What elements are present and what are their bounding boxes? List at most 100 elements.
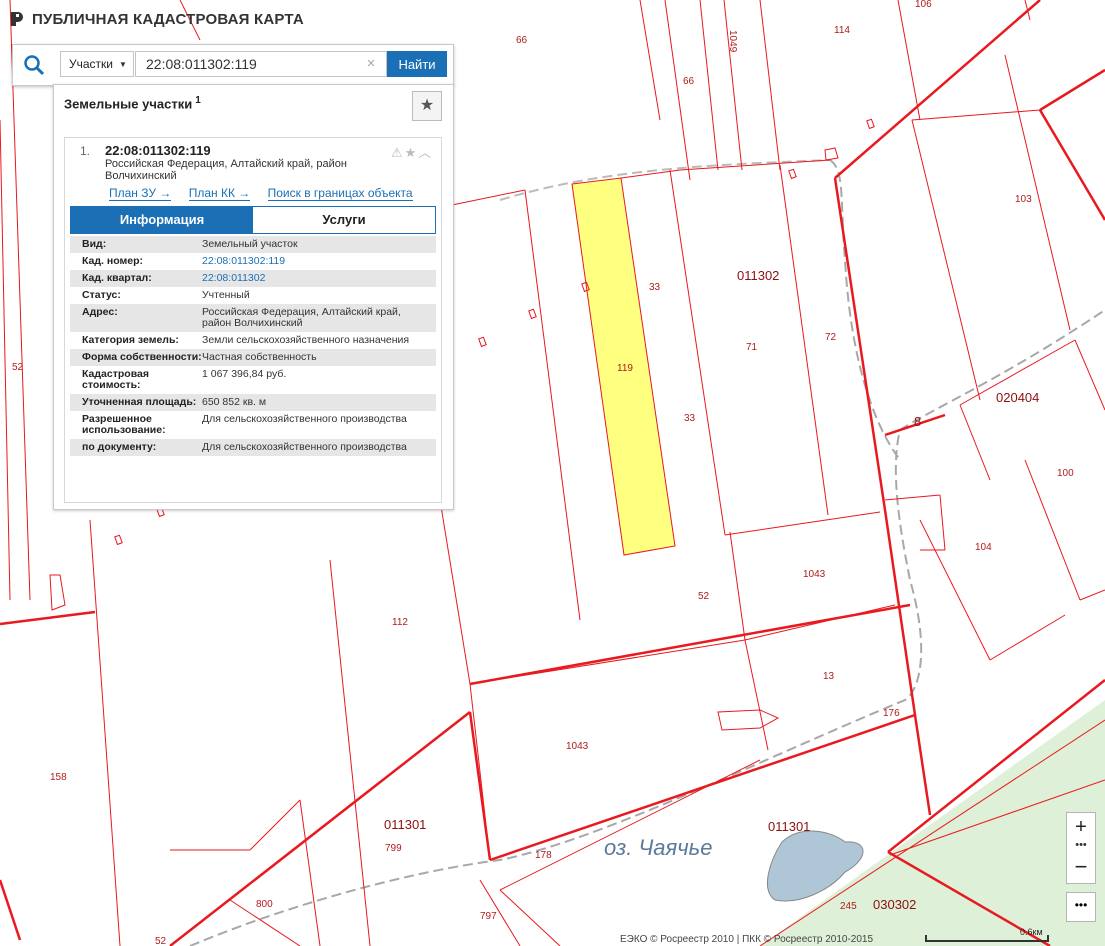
attribute-row: Кадастровая стоимость: 1 067 396,84 руб.	[70, 366, 436, 394]
result-card[interactable]: 1. 22:08:011302:119 Российская Федерация…	[64, 137, 442, 503]
panel-title-text: Земельные участки	[64, 96, 193, 112]
attribute-row: Вид: Земельный участок	[70, 236, 436, 253]
parcel-label: 114	[834, 25, 850, 36]
results-panel: Земельные участки 1 ★ 1. 22:08:011302:119…	[53, 84, 454, 510]
attribute-value: Земли сельскохозяйственного назначения	[202, 334, 410, 346]
plan-zu-link[interactable]: План ЗУ →	[109, 186, 172, 201]
forest-area	[760, 700, 1105, 946]
result-tabs: Информация Услуги	[70, 206, 436, 234]
attribute-table: Вид: Земельный участок Кад. номер: 22:08:01…	[70, 236, 436, 456]
result-index: 1.	[80, 144, 91, 158]
attribute-value[interactable]: 22:08:011302:119	[202, 256, 432, 267]
app-title: ПУБЛИЧНАЯ КАДАСТРОВАЯ КАРТА	[32, 10, 304, 28]
attribute-key: Статус:	[82, 289, 121, 301]
parcel-label: 158	[50, 772, 67, 783]
search-bar: Участки ▼ × Найти	[12, 44, 454, 86]
attribute-value: Учтенный	[202, 289, 250, 301]
parcel-label: 020404	[996, 390, 1039, 405]
parcel-label: 71	[746, 342, 758, 353]
attribute-value: Частная собственность	[202, 351, 317, 363]
attribute-value: 650 852 кв. м	[202, 396, 267, 408]
result-cadastral-number[interactable]: 22:08:011302:119	[105, 143, 211, 158]
parcel-label: 100	[1057, 468, 1074, 479]
parcel-label: 1049	[727, 30, 738, 53]
attribute-row: Разрешенное использование: Для сельскохоз…	[70, 411, 436, 439]
lake-label: оз. Чаячье	[604, 835, 712, 860]
logo-icon	[11, 12, 23, 26]
parcel-label: 52	[12, 362, 24, 373]
attribute-key: Уточненная площадь:	[82, 396, 197, 408]
parcel-label: 030302	[873, 897, 916, 912]
more-button[interactable]: •••	[1066, 892, 1096, 922]
parcel-label: 8	[914, 414, 921, 429]
parcel-label: 011301	[768, 819, 810, 834]
warning-icon[interactable]: ⚠	[391, 145, 405, 160]
attribute-key: Разрешенное использование:	[82, 413, 166, 436]
attribute-row: Кад. номер: 22:08:011302:119	[70, 253, 436, 270]
result-actions: ⚠★︿	[391, 142, 433, 161]
star-icon: ★	[419, 97, 435, 114]
parcel-label: 66	[516, 35, 528, 46]
road	[829, 159, 901, 461]
search-type-label: Участки	[69, 57, 113, 71]
parcel-label: 103	[1015, 194, 1032, 205]
parcel-label: 52	[155, 936, 167, 946]
parcel-label: 245	[840, 901, 857, 912]
parcel-label: 011301	[384, 817, 426, 832]
parcel-label: 106	[915, 0, 932, 10]
clear-icon[interactable]: ×	[363, 54, 379, 74]
attribute-row: Статус: Учтенный	[70, 287, 436, 304]
parcel-label: 33	[649, 282, 661, 293]
parcel-label: 800	[256, 899, 273, 910]
attribute-value: Российская Федерация, Алтайский край, ра…	[202, 306, 401, 329]
parcel-label: 33	[684, 413, 696, 424]
chevron-up-icon[interactable]: ︿	[418, 145, 433, 160]
parcel-label: 13	[823, 671, 835, 682]
app-header: ПУБЛИЧНАЯ КАДАСТРОВАЯ КАРТА	[10, 8, 304, 30]
panel-title: Земельные участки 1	[64, 95, 201, 111]
parcel-label: 119	[617, 363, 633, 374]
tab-information[interactable]: Информация	[71, 207, 253, 233]
result-count: 1	[195, 95, 201, 106]
attribute-key: Форма собственности:	[82, 351, 202, 363]
zoom-slider-icon[interactable]: •••	[1067, 840, 1095, 853]
attribute-key: Вид:	[82, 238, 107, 250]
result-address: Российская Федерация, Алтайский край, ра…	[105, 158, 347, 182]
parcel-label: 011302	[737, 268, 779, 283]
parcel-label: 799	[385, 843, 402, 854]
attribute-row: Форма собственности: Частная собственност…	[70, 349, 436, 366]
attribute-key: Кадастровая стоимость:	[82, 368, 149, 391]
tab-services[interactable]: Услуги	[253, 207, 435, 233]
attribute-key: Адрес:	[82, 306, 118, 318]
attribute-value[interactable]: 22:08:011302	[202, 273, 432, 284]
star-icon[interactable]: ★	[405, 145, 419, 160]
parcel-label: 1043	[803, 569, 826, 580]
parcel-label: 797	[480, 911, 497, 922]
zoom-controls: + ••• −	[1066, 812, 1096, 884]
attribute-key: Кад. номер:	[82, 255, 144, 267]
attribute-value: Для сельскохозяйственного производства	[202, 441, 407, 453]
search-input[interactable]	[135, 51, 387, 77]
parcel-label: 66	[683, 76, 695, 87]
attribute-key: по документу:	[82, 441, 157, 453]
attribute-row: Уточненная площадь: 650 852 кв. м	[70, 394, 436, 411]
zoom-out-button[interactable]: −	[1067, 853, 1095, 881]
favorites-button[interactable]: ★	[412, 91, 442, 121]
search-icon[interactable]	[21, 53, 47, 77]
plan-kk-link[interactable]: План КК →	[188, 186, 251, 201]
attribute-row: Кад. квартал: 22:08:011302	[70, 270, 436, 287]
attribute-value: Земельный участок	[202, 238, 298, 250]
attribute-key: Кад. квартал:	[82, 272, 152, 284]
parcel-label: 72	[825, 332, 837, 343]
parcel-label: 112	[392, 617, 408, 628]
search-type-select[interactable]: Участки ▼	[60, 51, 134, 77]
attribute-value: Для сельскохозяйственного производства	[202, 413, 407, 425]
parcel-label: 52	[698, 591, 710, 602]
find-button[interactable]: Найти	[387, 51, 447, 77]
parcel-label: 104	[975, 542, 992, 553]
parcel-label: 178	[535, 850, 552, 861]
scale-label: 0.6км	[1020, 927, 1043, 937]
parcel-label: 1043	[566, 741, 589, 752]
zoom-in-button[interactable]: +	[1067, 813, 1095, 841]
chevron-down-icon: ▼	[119, 59, 127, 69]
